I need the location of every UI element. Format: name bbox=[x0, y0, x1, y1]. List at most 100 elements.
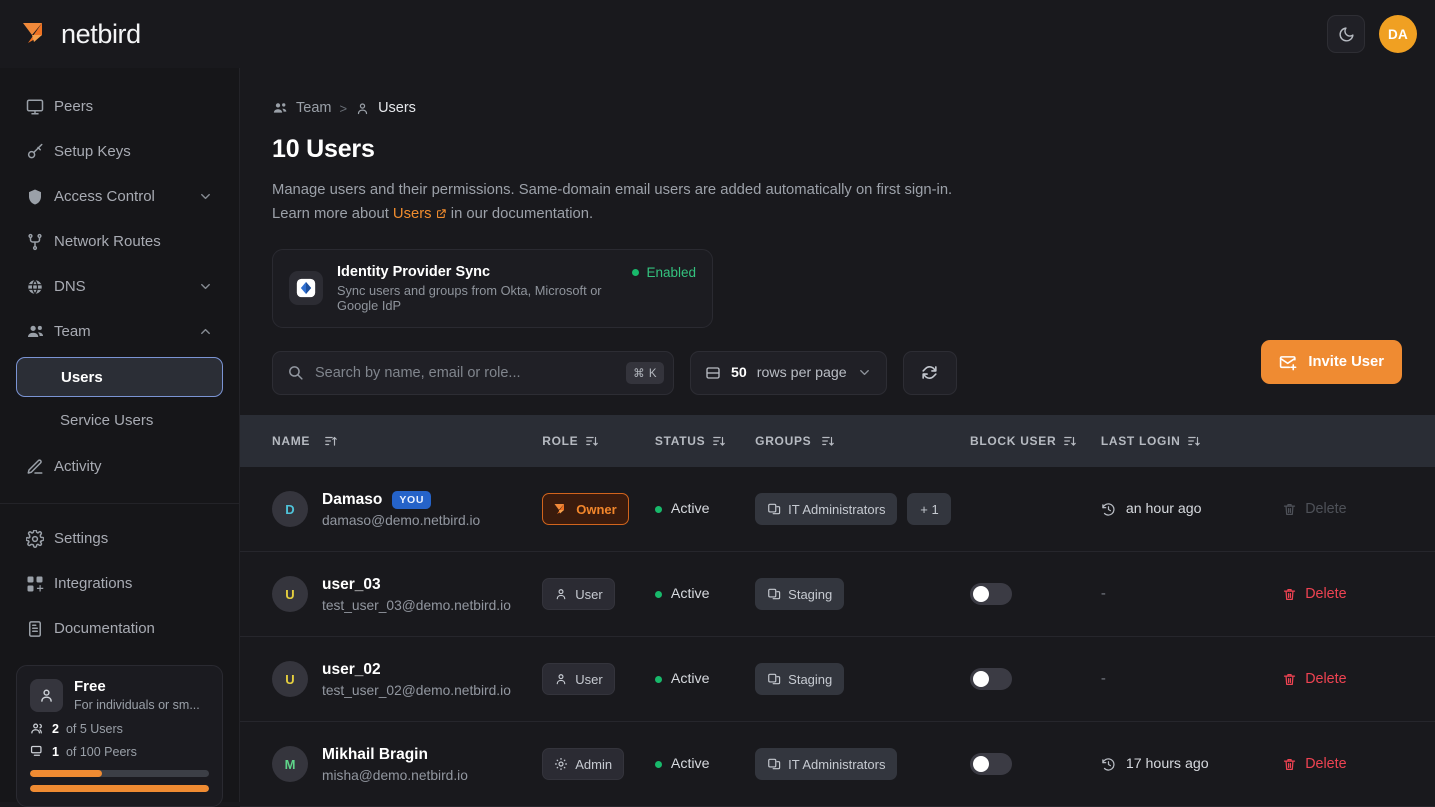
table-row[interactable]: Uuser_02test_user_02@demo.netbird.ioUser… bbox=[240, 637, 1435, 722]
block-user-cell bbox=[970, 753, 1101, 775]
column-label: NAME bbox=[272, 434, 310, 448]
plan-title: Free bbox=[74, 678, 200, 697]
role-badge[interactable]: Admin bbox=[542, 748, 624, 780]
sort-desc-icon[interactable] bbox=[821, 434, 835, 448]
role-cell: User bbox=[542, 663, 655, 695]
last-login-cell: an hour ago bbox=[1101, 501, 1282, 517]
sort-asc-icon[interactable] bbox=[324, 434, 338, 448]
status-label: Active bbox=[671, 586, 710, 602]
group-overflow-badge[interactable]: + 1 bbox=[907, 493, 951, 525]
sidebar-divider bbox=[0, 503, 239, 504]
sort-desc-icon[interactable] bbox=[585, 434, 599, 448]
table-row[interactable]: MMikhail Braginmisha@demo.netbird.ioAdmi… bbox=[240, 722, 1435, 807]
user-email: misha@demo.netbird.io bbox=[322, 768, 468, 783]
sidebar-item-access-control[interactable]: Access Control bbox=[16, 174, 223, 219]
group-badge[interactable]: IT Administrators bbox=[755, 493, 897, 525]
users-table: NAME ROLE STATUS bbox=[240, 415, 1435, 807]
last-login-cell: - bbox=[1101, 585, 1282, 603]
column-header-status[interactable]: STATUS bbox=[655, 434, 755, 448]
you-badge: YOU bbox=[392, 491, 431, 509]
plan-users-text: of 5 Users bbox=[66, 722, 123, 736]
block-user-toggle[interactable] bbox=[970, 753, 1012, 775]
person-icon bbox=[554, 587, 568, 601]
delete-button[interactable]: Delete bbox=[1282, 756, 1435, 772]
sidebar-item-documentation[interactable]: Documentation bbox=[16, 606, 223, 651]
rows-per-page-select[interactable]: 50 rows per page bbox=[690, 351, 887, 395]
group-badge[interactable]: Staging bbox=[755, 663, 844, 695]
group-icon bbox=[767, 587, 781, 601]
chevron-down-icon[interactable] bbox=[198, 189, 213, 204]
peers-icon bbox=[30, 744, 45, 759]
delete-button[interactable]: Delete bbox=[1282, 671, 1435, 687]
role-badge[interactable]: User bbox=[542, 578, 614, 610]
block-user-toggle[interactable] bbox=[970, 583, 1012, 605]
refresh-button[interactable] bbox=[903, 351, 957, 395]
breadcrumb-parent[interactable]: Team bbox=[296, 100, 331, 116]
idp-sync-card[interactable]: Identity Provider Sync Sync users and gr… bbox=[272, 249, 713, 328]
search-icon bbox=[287, 364, 304, 381]
breadcrumb-separator: > bbox=[339, 101, 347, 116]
sort-desc-icon[interactable] bbox=[712, 434, 726, 448]
plan-users-progress bbox=[30, 770, 209, 777]
avatar: M bbox=[272, 746, 308, 782]
user-name-cell: MMikhail Braginmisha@demo.netbird.io bbox=[240, 746, 542, 783]
user-name-cell: Uuser_03test_user_03@demo.netbird.io bbox=[240, 576, 542, 613]
sidebar-item-service-users[interactable]: Service Users bbox=[16, 400, 223, 440]
sidebar-item-label: Access Control bbox=[54, 188, 198, 205]
status-cell: Active bbox=[655, 501, 755, 517]
user-avatar[interactable]: DA bbox=[1379, 15, 1417, 53]
chevron-up-icon[interactable] bbox=[198, 324, 213, 339]
sidebar-item-dns[interactable]: DNS bbox=[16, 264, 223, 309]
integrations-icon bbox=[26, 575, 54, 593]
status-dot-icon bbox=[655, 506, 662, 513]
idp-provider-icon bbox=[289, 271, 323, 305]
sidebar-item-peers[interactable]: Peers bbox=[16, 84, 223, 129]
sidebar-item-setup-keys[interactable]: Setup Keys bbox=[16, 129, 223, 174]
chevron-down-icon[interactable] bbox=[198, 279, 213, 294]
user-name: DamasoYOU bbox=[322, 491, 480, 509]
user-name: user_03 bbox=[322, 576, 511, 594]
group-badge[interactable]: IT Administrators bbox=[755, 748, 897, 780]
sidebar-item-settings[interactable]: Settings bbox=[16, 516, 223, 561]
groups-cell: IT Administrators bbox=[755, 748, 970, 780]
search-box[interactable]: ⌘ K bbox=[272, 351, 674, 395]
history-icon bbox=[1101, 757, 1116, 772]
shield-icon bbox=[26, 188, 54, 206]
plan-subtitle: For individuals or sm... bbox=[74, 697, 200, 713]
search-input[interactable] bbox=[315, 365, 615, 381]
table-body: DDamasoYOUdamaso@demo.netbird.ioOwnerAct… bbox=[240, 467, 1435, 807]
column-header-block-user[interactable]: BLOCK USER bbox=[970, 434, 1101, 448]
block-user-toggle[interactable] bbox=[970, 668, 1012, 690]
delete-cell: Delete bbox=[1282, 756, 1435, 772]
delete-button[interactable]: Delete bbox=[1282, 586, 1435, 602]
users-doc-link[interactable]: Users bbox=[393, 206, 432, 222]
sidebar-item-team[interactable]: Team bbox=[16, 309, 223, 354]
page-description-line1: Manage users and their permissions. Same… bbox=[272, 179, 1435, 203]
chevron-down-icon[interactable] bbox=[857, 365, 872, 380]
column-label: LAST LOGIN bbox=[1101, 434, 1181, 448]
column-header-name[interactable]: NAME bbox=[240, 434, 542, 448]
invite-user-button[interactable]: Invite User bbox=[1261, 340, 1402, 384]
last-login-cell: - bbox=[1101, 670, 1282, 688]
sidebar-item-users[interactable]: Users bbox=[16, 357, 223, 397]
rows-icon bbox=[705, 365, 721, 381]
group-badge[interactable]: Staging bbox=[755, 578, 844, 610]
column-header-role[interactable]: ROLE bbox=[542, 434, 655, 448]
brand-logo[interactable]: netbird bbox=[22, 19, 141, 50]
column-header-last-login[interactable]: LAST LOGIN bbox=[1101, 434, 1282, 448]
avatar: D bbox=[272, 491, 308, 527]
sidebar-item-integrations[interactable]: Integrations bbox=[16, 561, 223, 606]
role-badge[interactable]: Owner bbox=[542, 493, 628, 525]
table-row[interactable]: Uuser_03test_user_03@demo.netbird.ioUser… bbox=[240, 552, 1435, 637]
breadcrumb: Team > Users bbox=[240, 68, 1435, 116]
sidebar-item-activity[interactable]: Activity bbox=[16, 444, 223, 489]
plan-card[interactable]: Free For individuals or sm... 2 of 5 Use… bbox=[16, 665, 223, 807]
column-header-groups[interactable]: GROUPS bbox=[755, 434, 970, 448]
sidebar-item-network-routes[interactable]: Network Routes bbox=[16, 219, 223, 264]
role-badge[interactable]: User bbox=[542, 663, 614, 695]
sort-desc-icon[interactable] bbox=[1187, 434, 1201, 448]
table-row[interactable]: DDamasoYOUdamaso@demo.netbird.ioOwnerAct… bbox=[240, 467, 1435, 552]
sort-desc-icon[interactable] bbox=[1063, 434, 1077, 448]
theme-toggle-button[interactable] bbox=[1327, 15, 1365, 53]
delete-button: Delete bbox=[1282, 501, 1435, 517]
